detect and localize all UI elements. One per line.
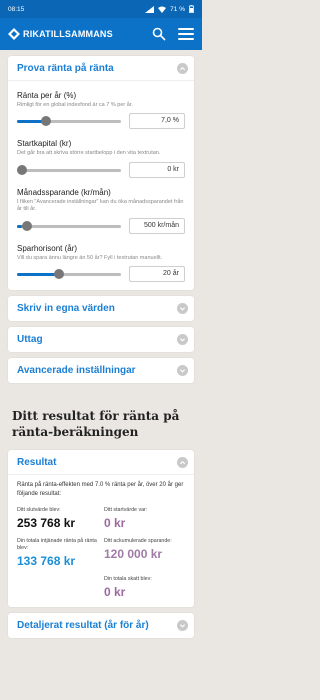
battery-icon [189, 5, 194, 13]
field-interest-rate: Ränta per år (%) Rimligt för en global i… [17, 91, 185, 130]
horizon-input[interactable]: 20 år [129, 266, 185, 283]
hamburger-menu-icon[interactable] [178, 28, 194, 40]
results-heading: Ditt resultat för ränta på ränta-beräkni… [12, 409, 180, 439]
result-spacer [17, 576, 98, 599]
section-title: Skriv in egna värden [17, 303, 115, 315]
result-interest: Din totala intjänade ränta på ränta blev… [17, 538, 98, 568]
field-label: Ränta per år (%) [17, 91, 77, 100]
status-time: 08:15 [8, 5, 25, 13]
result-label: Ditt startvärde var: [104, 506, 148, 513]
status-bar: 08:15 71 % [0, 0, 202, 18]
slider-thumb[interactable] [21, 220, 32, 231]
field-horizon: Sparhorisont (år) Vill du spara ännu län… [17, 243, 185, 283]
field-help: Vill du spara ännu längre än 50 år? Fyll… [17, 254, 163, 261]
status-icons: 71 % [145, 5, 194, 13]
section-title: Uttag [17, 334, 43, 346]
calculator-card: Prova ränta på ränta Ränta per år (%) Ri… [8, 56, 194, 291]
section-title: Avancerade inställningar [17, 365, 136, 377]
result-value: 0 kr [104, 585, 126, 600]
search-icon[interactable] [152, 27, 166, 41]
results-title: Resultat [17, 456, 57, 468]
results-card: Resultat Ränta på ränta-effekten med 7.0… [8, 450, 194, 608]
calculator-title: Prova ränta på ränta [17, 62, 114, 74]
section-own-values[interactable]: Skriv in egna värden [8, 296, 194, 322]
calculator-fields: Ränta per år (%) Rimligt för en global i… [8, 80, 194, 290]
monthly-saving-input[interactable]: 500 kr/mån [129, 217, 185, 234]
field-label: Startkapital (kr) [17, 139, 72, 149]
interest-rate-input[interactable]: 7,0 % [129, 113, 185, 130]
results-grid: Ditt slutvärde blev: 253 768 kr Ditt sta… [17, 507, 185, 600]
chevron-up-icon[interactable] [177, 62, 188, 74]
result-final-value: Ditt slutvärde blev: 253 768 kr [17, 507, 98, 530]
field-label: Sparhorisont (år) [17, 243, 78, 253]
result-label: Ditt ackumulerade sparande: [104, 537, 172, 544]
result-label: Ditt slutvärde blev: [17, 506, 61, 513]
brand-logo[interactable]: RIKATILLSAMMANS [8, 28, 152, 40]
result-label: Din totala intjänade ränta på ränta blev… [17, 537, 97, 551]
start-capital-input[interactable]: 0 kr [129, 161, 185, 178]
brand-name: RIKATILLSAMMANS [23, 29, 113, 39]
result-value: 253 768 kr [17, 515, 76, 530]
monthly-saving-slider[interactable] [17, 219, 121, 233]
signal-icon [145, 5, 155, 13]
app-header: RIKATILLSAMMANS [0, 18, 202, 50]
result-label: Din totala skatt blev: [104, 576, 152, 583]
slider-thumb[interactable] [53, 269, 64, 280]
calculator-header[interactable]: Prova ränta på ränta [8, 56, 194, 80]
results-header[interactable]: Resultat [8, 450, 194, 474]
results-intro: Ränta på ränta-effekten med 7.0 % ränta … [17, 482, 184, 497]
section-withdrawal[interactable]: Uttag [8, 327, 194, 353]
field-monthly-saving: Månadssparande (kr/mån) I fliken "Avance… [17, 188, 185, 234]
chevron-down-icon[interactable] [177, 334, 188, 346]
interest-rate-slider[interactable] [17, 114, 121, 128]
result-accumulated-saving: Ditt ackumulerade sparande: 120 000 kr [104, 538, 185, 568]
result-tax: Din totala skatt blev: 0 kr [104, 576, 185, 599]
section-title: Detaljerat resultat (år för år) [17, 620, 149, 632]
slider-thumb[interactable] [17, 164, 27, 175]
slider-thumb[interactable] [41, 116, 52, 127]
start-capital-slider[interactable] [17, 163, 121, 177]
section-detailed-results[interactable]: Detaljerat resultat (år för år) [8, 613, 194, 639]
result-value: 0 kr [104, 515, 126, 530]
chevron-down-icon[interactable] [177, 365, 188, 377]
section-advanced[interactable]: Avancerade inställningar [8, 358, 194, 384]
chevron-up-icon[interactable] [177, 456, 188, 468]
field-help: Rimligt för en global indexfond är ca 7 … [17, 102, 133, 108]
field-start-capital: Startkapital (kr) Det går bra att skriva… [17, 139, 185, 178]
battery-level: 71 % [170, 5, 185, 13]
field-label: Månadssparande (kr/mån) [17, 187, 111, 197]
result-start-value: Ditt startvärde var: 0 kr [104, 507, 185, 530]
horizon-slider[interactable] [17, 267, 121, 281]
chevron-down-icon[interactable] [177, 620, 188, 632]
result-value: 120 000 kr [104, 546, 163, 561]
logo-icon [8, 28, 20, 40]
field-help: I fliken "Avancerade inställningar" kan … [17, 198, 184, 213]
field-help: Det går bra att skriva större startbelop… [17, 150, 161, 157]
chevron-down-icon[interactable] [177, 303, 188, 315]
result-value: 133 768 kr [17, 554, 76, 569]
wifi-icon [158, 6, 167, 13]
